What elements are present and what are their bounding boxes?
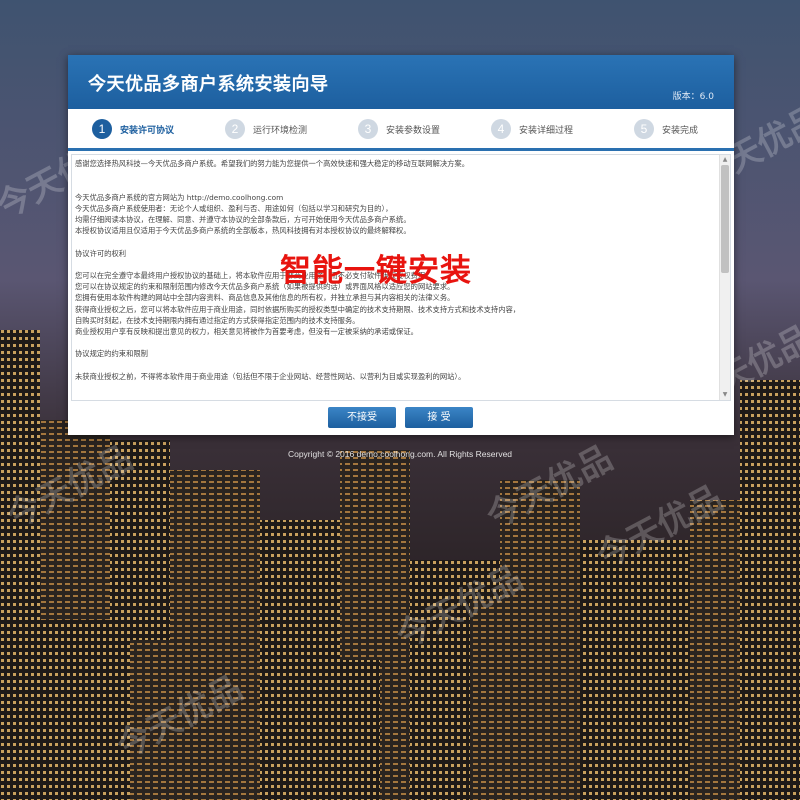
license-line: 感谢您选择热风科技—今天优品多商户系统。希望我们的努力能为您提供一个高效快速和强… xyxy=(75,159,470,168)
step-environment-check: 2 运行环境检测 xyxy=(225,118,307,140)
license-line: 获得商业授权之后，您可以将本软件应用于商业用途，同时依据所购买的授权类型中确定的… xyxy=(75,304,521,314)
license-line: 协议规定的约束和限制 xyxy=(75,349,148,359)
version-label: 版本：6.0 xyxy=(672,92,714,102)
installer-title: 今天优品多商户系统安装向导 xyxy=(88,74,329,95)
license-line: 均需仔细阅读本协议，在理解、同意、并遵守本协议的全部条款后，方可开始使用今天优品… xyxy=(75,215,411,225)
step-number: 4 xyxy=(491,119,511,139)
license-line xyxy=(75,180,715,191)
license-line: 今天优品多商户系统的官方网站为 http://demo.coolhong.com xyxy=(75,192,284,202)
install-steps: 1 安装许可协议 2 运行环境检测 3 安装参数设置 4 安装详细过程 5 安装… xyxy=(68,109,734,151)
license-line xyxy=(75,360,715,371)
license-line: 本授权协议适用且仅适用于今天优品多商户系统的全部版本，热风科技拥有对本授权协议的… xyxy=(75,226,411,236)
license-line: 商业授权用户享有反映和提出意见的权力，相关意见将被作为首要考虑，但没有一定被采纳… xyxy=(75,327,418,337)
scrollbar-thumb[interactable] xyxy=(721,165,729,273)
license-scrollbar[interactable]: ▲ ▼ xyxy=(719,155,730,400)
license-line: 今天优品多商户系统使用者：无论个人或组织、盈利与否、用途如何（包括以学习和研究为… xyxy=(75,203,393,213)
step-license: 1 安装许可协议 xyxy=(92,118,174,140)
step-label: 安装完成 xyxy=(662,125,699,136)
scroll-down-icon[interactable]: ▼ xyxy=(720,390,730,400)
step-number: 2 xyxy=(225,119,245,139)
reject-button[interactable]: 不接受 xyxy=(328,407,396,428)
accept-button[interactable]: 接 受 xyxy=(405,407,473,428)
step-number: 3 xyxy=(358,119,378,139)
license-line xyxy=(75,337,715,348)
license-line: 未获商业授权之前，不得将本软件用于商业用途（包括但不限于企业网站、经营性网站、以… xyxy=(75,371,466,381)
license-line: 您拥有使用本软件构建的网站中全部内容资料、商品信息及其他信息的所有权，并独立承担… xyxy=(75,293,455,303)
installer-window: 今天优品多商户系统安装向导 版本：6.0 1 安装许可协议 2 运行环境检测 3… xyxy=(68,55,734,435)
step-complete: 5 安装完成 xyxy=(634,118,698,140)
step-label: 运行环境检测 xyxy=(253,125,308,136)
step-number: 5 xyxy=(634,119,654,139)
scroll-up-icon[interactable]: ▲ xyxy=(720,155,730,165)
license-line: 自购买时刻起，在技术支持期限内拥有通过指定的方式获得指定范围内的技术支持服务。 xyxy=(75,315,360,325)
license-line xyxy=(75,169,715,180)
step-install-details: 4 安装详细过程 xyxy=(491,118,573,140)
step-label: 安装许可协议 xyxy=(120,125,175,136)
step-label: 安装详细过程 xyxy=(519,125,574,136)
step-label: 安装参数设置 xyxy=(386,125,441,136)
step-parameters: 3 安装参数设置 xyxy=(358,118,440,140)
copyright-footer: Copyright © 2016 demo.coolhong.com. All … xyxy=(287,449,513,459)
promo-overlay-text: 智能一键安装 xyxy=(280,253,472,289)
step-number: 1 xyxy=(92,119,112,139)
installer-header: 今天优品多商户系统安装向导 版本：6.0 xyxy=(68,55,734,109)
button-bar: 不接受 接 受 xyxy=(68,407,734,431)
